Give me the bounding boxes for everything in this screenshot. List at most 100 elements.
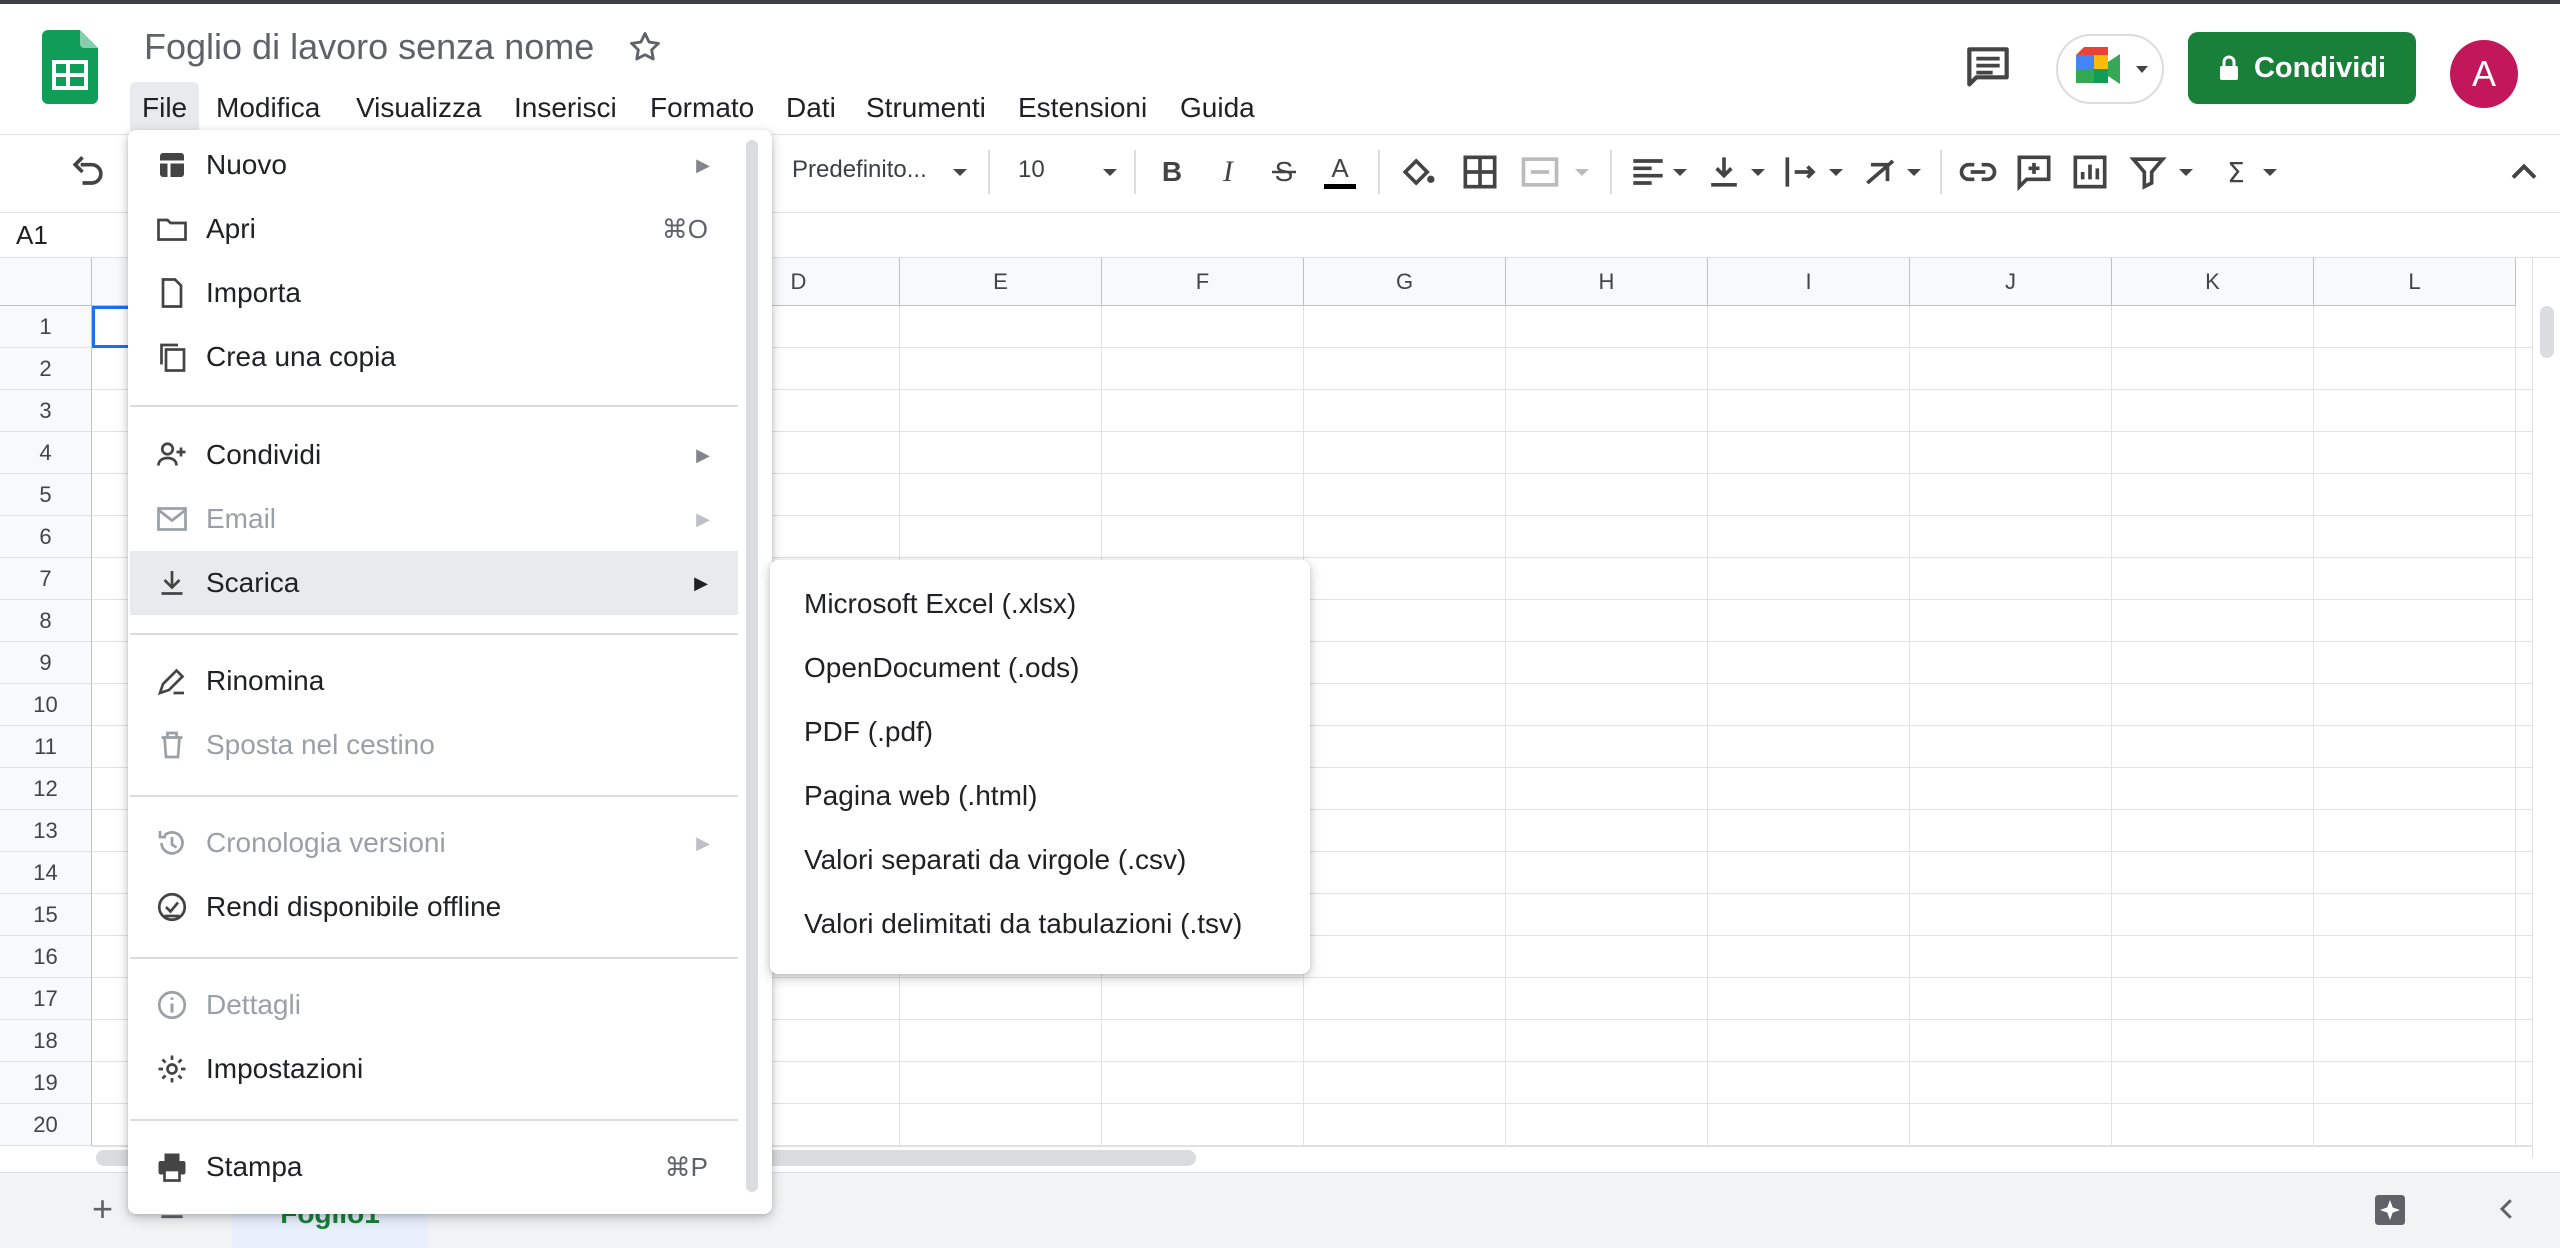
menu-file[interactable]: File [130,82,200,134]
row-header-14[interactable]: 14 [0,852,92,894]
row-header-7[interactable]: 7 [0,558,92,600]
collapse-toolbar-icon[interactable] [2502,150,2546,194]
functions-dropdown-icon[interactable] [2262,168,2278,178]
file-menu-item-nuovo[interactable]: Nuovo ▶ [130,133,740,197]
column-header-h[interactable]: H [1506,258,1708,306]
download-option[interactable]: Pagina web (.html) [770,764,1310,828]
column-header-i[interactable]: I [1708,258,1910,306]
download-option[interactable]: Microsoft Excel (.xlsx) [770,572,1310,636]
menu-strumenti[interactable]: Strumenti [854,82,998,134]
file-menu-item-crea-una-copia[interactable]: Crea una copia [130,325,740,389]
row-header-19[interactable]: 19 [0,1062,92,1104]
download-option[interactable]: Valori separati da virgole (.csv) [770,828,1310,892]
file-menu-item-rendi-disponibile-offline[interactable]: Rendi disponibile offline [130,875,740,939]
italic-icon[interactable]: I [1206,150,1250,194]
sheets-logo-icon[interactable] [42,30,98,104]
text-wrap-icon[interactable] [1780,150,1824,194]
row-header-10[interactable]: 10 [0,684,92,726]
submenu-arrow-icon: ▶ [696,832,710,853]
insert-comment-icon[interactable] [2012,150,2056,194]
insert-link-icon[interactable] [1956,150,2000,194]
filter-dropdown-icon[interactable] [2178,168,2194,178]
menu-scrollbar[interactable] [746,140,758,1192]
menu-estensioni[interactable]: Estensioni [1006,82,1159,134]
valign-dropdown-icon[interactable] [1750,168,1766,178]
filter-icon[interactable] [2126,150,2170,194]
row-header-4[interactable]: 4 [0,432,92,474]
vertical-scroll-thumb[interactable] [2540,306,2554,358]
bold-icon[interactable]: B [1150,150,1194,194]
merge-dropdown-icon[interactable] [1574,168,1590,178]
fill-color-icon[interactable] [1396,150,1440,194]
account-avatar[interactable]: A [2450,40,2518,108]
download-option[interactable]: OpenDocument (.ods) [770,636,1310,700]
row-header-16[interactable]: 16 [0,936,92,978]
column-header-l[interactable]: L [2314,258,2516,306]
row-header-6[interactable]: 6 [0,516,92,558]
file-menu-item-rinomina[interactable]: Rinomina [130,649,740,713]
row-header-12[interactable]: 12 [0,768,92,810]
strikethrough-icon[interactable]: S [1262,150,1306,194]
row-header-5[interactable]: 5 [0,474,92,516]
row-header-1[interactable]: 1 [0,306,92,348]
row-header-9[interactable]: 9 [0,642,92,684]
download-option[interactable]: PDF (.pdf) [770,700,1310,764]
row-header-8[interactable]: 8 [0,600,92,642]
file-menu-item-email: Email ▶ [130,487,740,551]
add-sheet-icon[interactable]: + [92,1188,113,1230]
file-menu-item-condividi[interactable]: Condividi ▶ [130,423,740,487]
window-top-border [0,0,2560,4]
borders-icon[interactable] [1458,150,1502,194]
functions-icon[interactable]: Σ [2214,150,2258,194]
meet-button[interactable] [2056,34,2164,104]
row-header-18[interactable]: 18 [0,1020,92,1062]
share-button[interactable]: Condividi [2188,32,2416,104]
align-dropdown-icon[interactable] [1672,168,1688,178]
name-box[interactable]: A1 [16,220,48,251]
menu-guida[interactable]: Guida [1168,82,1267,134]
row-header-2[interactable]: 2 [0,348,92,390]
font-size-dropdown-icon[interactable] [1102,168,1118,178]
column-header-k[interactable]: K [2112,258,2314,306]
merge-cells-icon[interactable] [1518,150,1562,194]
row-header-20[interactable]: 20 [0,1104,92,1146]
column-header-g[interactable]: G [1304,258,1506,306]
text-color-icon[interactable]: A [1318,150,1362,194]
insert-chart-icon[interactable] [2068,150,2112,194]
menu-formato[interactable]: Formato [638,82,766,134]
file-menu-item-apri[interactable]: Apri ⌘O [130,197,740,261]
row-header-15[interactable]: 15 [0,894,92,936]
comments-icon[interactable] [1960,40,2016,96]
row-header-13[interactable]: 13 [0,810,92,852]
menu-dati[interactable]: Dati [774,82,848,134]
horizontal-align-icon[interactable] [1626,150,1670,194]
file-menu-item-scarica[interactable]: Scarica ▶ [130,551,738,615]
menu-visualizza[interactable]: Visualizza [344,82,494,134]
column-header-j[interactable]: J [1910,258,2112,306]
file-menu-item-importa[interactable]: Importa [130,261,740,325]
file-menu-item-stampa[interactable]: Stampa ⌘P [130,1135,740,1199]
explore-icon[interactable] [2370,1190,2410,1230]
select-all-corner[interactable] [0,258,92,306]
column-header-e[interactable]: E [900,258,1102,306]
column-header-f[interactable]: F [1102,258,1304,306]
font-family-select[interactable]: Predefinito... [792,156,927,184]
vertical-align-icon[interactable] [1702,150,1746,194]
rotation-dropdown-icon[interactable] [1906,168,1922,178]
file-menu-item-impostazioni[interactable]: Impostazioni [130,1037,740,1101]
font-family-dropdown-icon[interactable] [952,168,968,178]
chevron-left-icon[interactable] [2492,1194,2522,1224]
row-header-17[interactable]: 17 [0,978,92,1020]
row-header-3[interactable]: 3 [0,390,92,432]
wrap-dropdown-icon[interactable] [1828,168,1844,178]
menu-inserisci[interactable]: Inserisci [502,82,629,134]
vertical-scrollbar[interactable] [2532,258,2560,1158]
star-icon[interactable] [626,28,664,66]
document-title[interactable]: Foglio di lavoro senza nome [144,26,594,68]
menu-modifica[interactable]: Modifica [204,82,332,134]
download-option[interactable]: Valori delimitati da tabulazioni (.tsv) [770,892,1310,956]
row-header-11[interactable]: 11 [0,726,92,768]
undo-icon[interactable] [66,150,110,194]
font-size-select[interactable]: 10 [1018,156,1045,184]
text-rotation-icon[interactable] [1860,150,1904,194]
